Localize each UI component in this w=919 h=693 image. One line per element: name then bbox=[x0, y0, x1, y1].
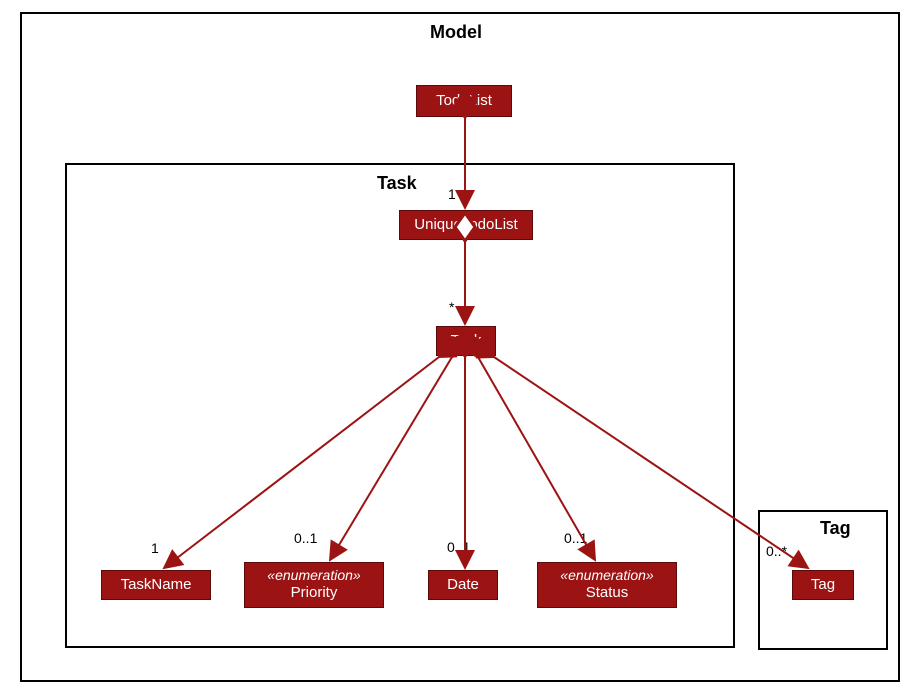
diagram-canvas: Model Task Tag TodoList UniqueTodoList T… bbox=[0, 0, 919, 693]
class-tag-label: Tag bbox=[811, 576, 835, 595]
mult-priority: 0..1 bbox=[294, 530, 317, 546]
mult-task: * bbox=[449, 299, 454, 315]
class-task-label: Task bbox=[451, 332, 482, 351]
class-status-stereo: «enumeration» bbox=[560, 567, 653, 585]
class-priority-stereo: «enumeration» bbox=[267, 567, 360, 585]
mult-status: 0..1 bbox=[564, 530, 587, 546]
package-task-label: Task bbox=[377, 173, 417, 194]
class-status-label: Status bbox=[586, 584, 629, 603]
package-tag-label: Tag bbox=[820, 518, 851, 539]
class-task: Task bbox=[436, 326, 496, 356]
mult-taskname: 1 bbox=[151, 540, 159, 556]
class-taskname: TaskName bbox=[101, 570, 211, 600]
class-date: Date bbox=[428, 570, 498, 600]
class-uniquetodolist-label: UniqueTodoList bbox=[414, 216, 517, 235]
class-taskname-label: TaskName bbox=[121, 576, 192, 595]
class-date-label: Date bbox=[447, 576, 479, 595]
mult-date: 0..1 bbox=[447, 539, 470, 555]
mult-utl: 1 bbox=[448, 186, 456, 202]
class-status: «enumeration» Status bbox=[537, 562, 677, 608]
class-tag: Tag bbox=[792, 570, 854, 600]
mult-tag: 0..* bbox=[766, 543, 787, 559]
package-model-label: Model bbox=[430, 22, 482, 43]
class-uniquetodolist: UniqueTodoList bbox=[399, 210, 533, 240]
class-priority: «enumeration» Priority bbox=[244, 562, 384, 608]
class-todolist: TodoList bbox=[416, 85, 512, 117]
class-priority-label: Priority bbox=[291, 584, 338, 603]
class-todolist-label: TodoList bbox=[436, 92, 492, 111]
